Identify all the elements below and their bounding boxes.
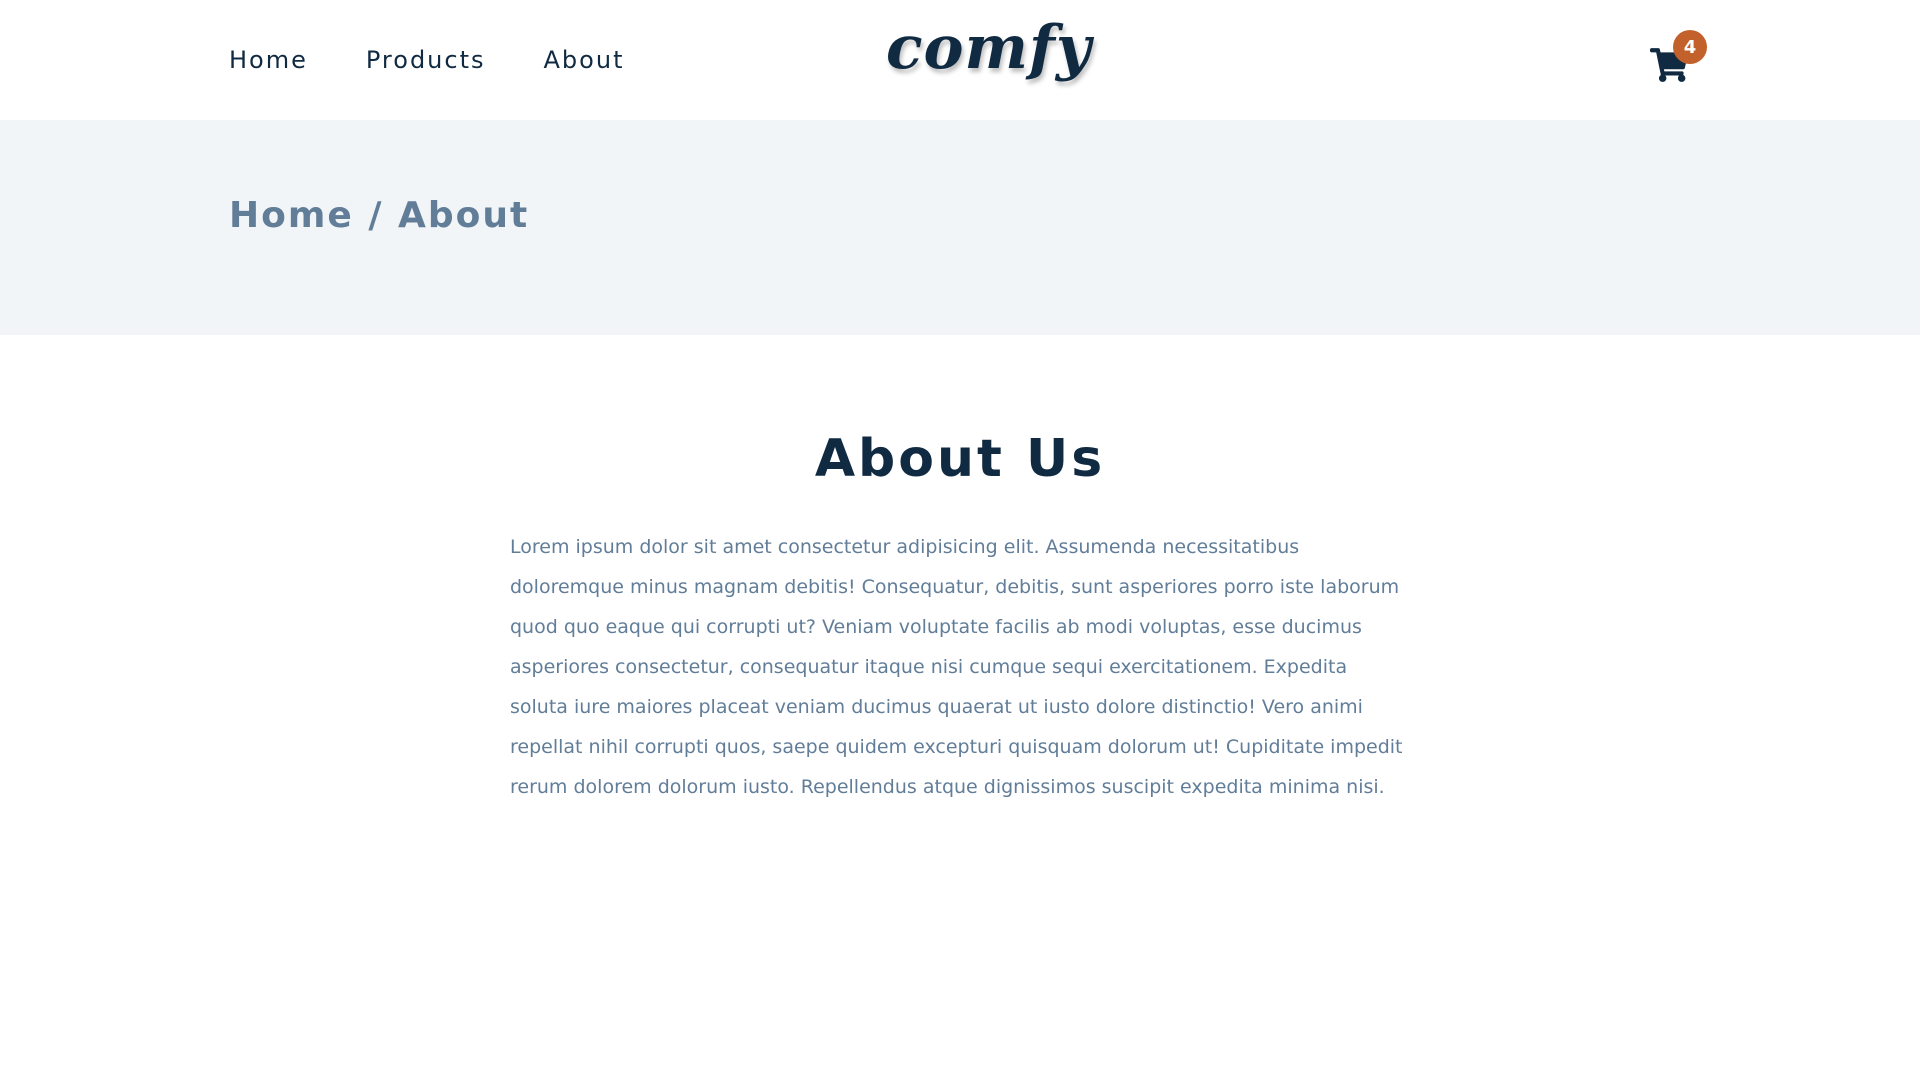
nav-links: Home Products About	[229, 0, 682, 120]
logo[interactable]: comfy	[886, 18, 1092, 78]
nav-link-about[interactable]: About	[544, 48, 625, 72]
about-text: Lorem ipsum dolor sit amet consectetur a…	[510, 536, 1403, 798]
nav-link-products[interactable]: Products	[366, 48, 486, 72]
breadcrumb: Home / About	[229, 195, 530, 236]
nav-link-home[interactable]: Home	[229, 48, 308, 72]
hero-banner: Home / About	[0, 120, 1920, 335]
navbar: Home Products About comfy 4	[0, 0, 1920, 120]
cart-count-badge: 4	[1673, 30, 1707, 64]
page-title: About Us	[814, 429, 1106, 489]
